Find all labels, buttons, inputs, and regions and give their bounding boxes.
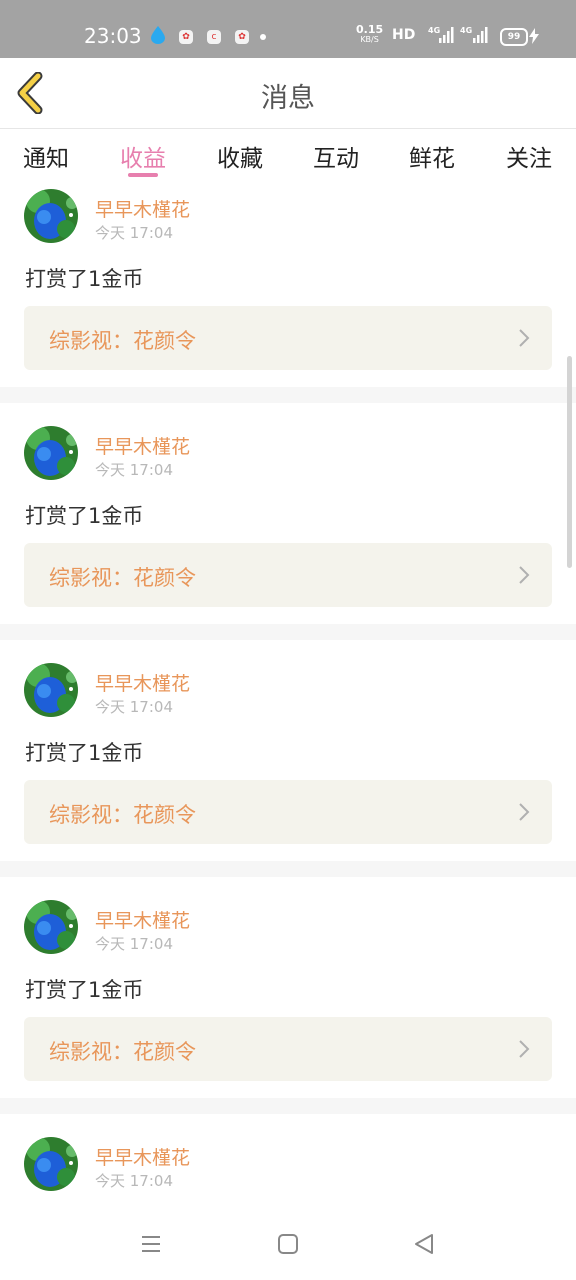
tab-following[interactable]: 关注 — [489, 139, 569, 173]
message-text: 打赏了1金币 — [25, 978, 144, 1002]
separator — [0, 624, 576, 640]
message-text: 打赏了1金币 — [25, 741, 144, 765]
message-text: 打赏了1金币 — [25, 267, 144, 291]
droplet-icon — [151, 26, 165, 44]
avatar[interactable] — [24, 900, 78, 954]
referenced-work-title: 综影视：花颜令 — [49, 566, 196, 590]
message-time: 今天 17:04 — [95, 698, 173, 716]
network-speed-unit: KB/S — [360, 35, 379, 44]
referenced-work-link[interactable]: 综影视：花颜令 — [24, 543, 552, 607]
list-item: 早早木槿花 今天 17:04 打赏了1金币 综影视：花颜令 — [0, 182, 576, 387]
avatar[interactable] — [24, 1137, 78, 1191]
signal-icon — [439, 27, 454, 43]
status-bar: 23:03 ✿ c ✿ 0.15 KB/S HD 4G 4G 99 — [0, 0, 576, 58]
referenced-work-link[interactable]: 综影视：花颜令 — [24, 1017, 552, 1081]
scrollbar[interactable] — [567, 356, 572, 568]
message-text: 打赏了1金币 — [25, 504, 144, 528]
message-time: 今天 17:04 — [95, 935, 173, 953]
username[interactable]: 早早木槿花 — [95, 669, 190, 696]
list-item: 早早木槿花 今天 17:04 打赏了1金币 综影视：花颜令 — [0, 640, 576, 845]
separator — [0, 861, 576, 877]
network-speed: 0.15 KB/S — [356, 24, 383, 45]
dot-icon — [260, 34, 266, 40]
app-icon: c — [207, 30, 221, 44]
signal-icon — [473, 27, 488, 43]
tab-notifications[interactable]: 通知 — [6, 139, 86, 173]
username[interactable]: 早早木槿花 — [95, 906, 190, 933]
tab-bar: 通知 收益 收藏 互动 鲜花 关注 — [0, 129, 576, 181]
referenced-work-title: 综影视：花颜令 — [49, 1040, 196, 1064]
header-bar: 消息 — [0, 58, 576, 129]
avatar[interactable] — [24, 663, 78, 717]
message-time: 今天 17:04 — [95, 461, 173, 479]
back-triangle-icon[interactable] — [412, 1232, 436, 1256]
message-time: 今天 17:04 — [95, 1172, 173, 1190]
list-item: 早早木槿花 今天 17:04 — [0, 1114, 576, 1202]
username[interactable]: 早早木槿花 — [95, 1143, 190, 1170]
home-square-icon[interactable] — [276, 1232, 300, 1256]
app-icon: ✿ — [235, 30, 249, 44]
hd-indicator: HD — [392, 27, 416, 43]
message-time: 今天 17:04 — [95, 224, 173, 242]
chevron-right-icon — [519, 1040, 530, 1058]
message-list[interactable]: 早早木槿花 今天 17:04 打赏了1金币 综影视：花颜令 早早木槿花 今天 1… — [0, 182, 576, 1202]
bolt-icon — [529, 28, 539, 44]
tab-interactions[interactable]: 互动 — [296, 139, 376, 173]
referenced-work-link[interactable]: 综影视：花颜令 — [24, 780, 552, 844]
active-tab-indicator — [128, 173, 158, 177]
username[interactable]: 早早木槿花 — [95, 432, 190, 459]
system-nav-bar — [0, 1202, 576, 1280]
referenced-work-title: 综影视：花颜令 — [49, 329, 196, 353]
menu-icon[interactable] — [139, 1232, 163, 1256]
username[interactable]: 早早木槿花 — [95, 195, 190, 222]
app-icon: ✿ — [179, 30, 193, 44]
status-right-group: 0.15 KB/S HD 4G 4G 99 — [356, 24, 546, 48]
list-item: 早早木槿花 今天 17:04 打赏了1金币 综影视：花颜令 — [0, 877, 576, 1082]
referenced-work-title: 综影视：花颜令 — [49, 803, 196, 827]
avatar[interactable] — [24, 189, 78, 243]
referenced-work-link[interactable]: 综影视：花颜令 — [24, 306, 552, 370]
avatar[interactable] — [24, 426, 78, 480]
chevron-right-icon — [519, 566, 530, 584]
status-time: 23:03 — [84, 24, 142, 48]
tab-earnings[interactable]: 收益 — [103, 139, 183, 173]
tab-flowers[interactable]: 鲜花 — [392, 139, 472, 173]
signal-2-label: 4G — [460, 26, 473, 35]
battery-level: 99 — [500, 28, 528, 46]
tab-favorites[interactable]: 收藏 — [200, 139, 280, 173]
page-title: 消息 — [261, 83, 315, 114]
list-item: 早早木槿花 今天 17:04 打赏了1金币 综影视：花颜令 — [0, 403, 576, 608]
separator — [0, 1098, 576, 1114]
separator — [0, 387, 576, 403]
chevron-right-icon — [519, 329, 530, 347]
chevron-right-icon — [519, 803, 530, 821]
